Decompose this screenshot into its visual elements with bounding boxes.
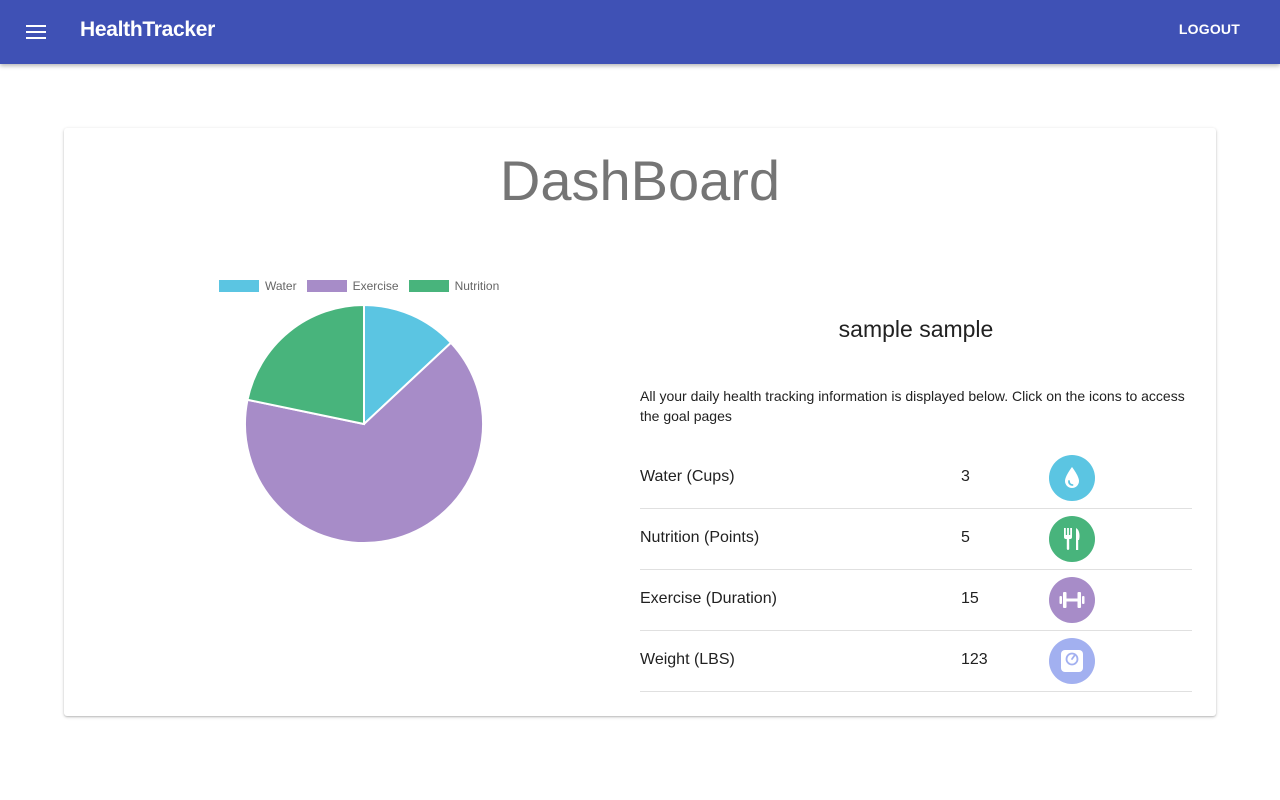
legend-swatch-water	[219, 280, 259, 292]
goal-label: Water (Cups)	[640, 468, 735, 485]
chart-legend: Water Exercise Nutrition	[219, 279, 509, 293]
legend-item-water[interactable]: Water	[219, 279, 297, 293]
app-title[interactable]: HealthTracker	[80, 18, 215, 42]
fork-knife-icon[interactable]	[1049, 516, 1095, 562]
legend-item-nutrition[interactable]: Nutrition	[408, 279, 500, 293]
legend-swatch-nutrition	[408, 280, 449, 292]
goal-row-weight: Weight (LBS) 123	[640, 631, 1192, 692]
legend-label-water: Water	[265, 279, 297, 293]
goal-value: 3	[961, 468, 970, 485]
app-bar: HealthTracker LOGOUT	[0, 0, 1280, 64]
goal-label: Nutrition (Points)	[640, 529, 760, 546]
legend-label-nutrition: Nutrition	[454, 279, 500, 293]
scale-icon[interactable]	[1049, 638, 1095, 684]
goal-value: 15	[961, 590, 979, 607]
goal-label: Exercise (Duration)	[640, 590, 777, 607]
legend-swatch-exercise	[306, 280, 347, 292]
hamburger-menu-icon[interactable]	[16, 12, 56, 52]
goal-row-nutrition: Nutrition (Points) 5	[640, 509, 1192, 570]
pie-chart	[244, 304, 484, 544]
legend-item-exercise[interactable]: Exercise	[306, 279, 399, 293]
logout-button[interactable]: LOGOUT	[1179, 21, 1240, 37]
page-title: DashBoard	[499, 149, 781, 212]
user-name: sample sample	[838, 316, 994, 342]
goal-value: 123	[961, 651, 988, 668]
intro-text: All your daily health tracking informati…	[640, 388, 1185, 424]
goal-label: Weight (LBS)	[640, 651, 735, 668]
goal-table: Water (Cups) 3 Nutrition (Points) 5 Exer…	[640, 448, 1192, 692]
dumbbell-icon[interactable]	[1049, 577, 1095, 623]
dashboard-card: DashBoard Water Exercise Nutrition sampl…	[64, 128, 1216, 716]
water-drop-icon[interactable]	[1049, 455, 1095, 501]
legend-label-exercise: Exercise	[352, 279, 399, 293]
goal-row-water: Water (Cups) 3	[640, 448, 1192, 509]
goal-value: 5	[961, 529, 970, 546]
goal-row-exercise: Exercise (Duration) 15	[640, 570, 1192, 631]
